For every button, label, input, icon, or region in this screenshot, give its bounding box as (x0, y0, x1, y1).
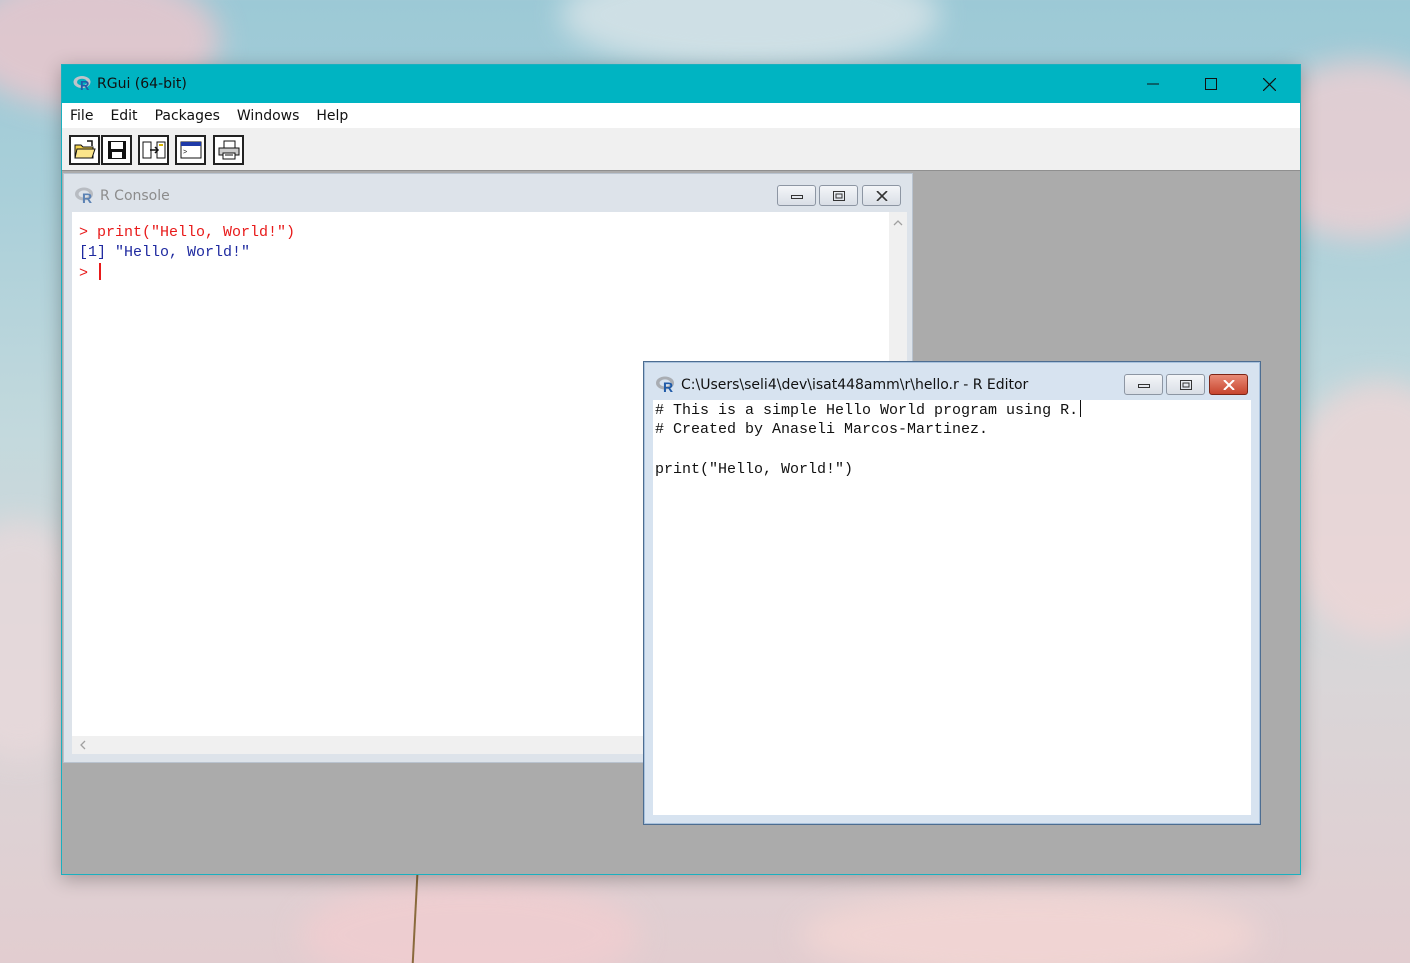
maximize-icon (1205, 78, 1217, 90)
background-cloud (800, 890, 1260, 963)
menu-windows[interactable]: Windows (237, 108, 300, 124)
console-close-button[interactable] (862, 185, 901, 206)
console-title: R Console (100, 188, 170, 204)
menu-file[interactable]: File (70, 108, 93, 124)
background-cloud (560, 0, 940, 70)
paste-commands-button[interactable] (138, 135, 169, 165)
svg-text:R: R (663, 379, 673, 393)
close-icon (1222, 379, 1235, 390)
paste-commands-icon (142, 141, 165, 159)
scroll-up-icon (893, 220, 903, 226)
minimize-icon (1147, 83, 1159, 85)
close-icon (1262, 77, 1276, 91)
svg-text:>: > (183, 149, 187, 157)
code-line: # This is a simple Hello World program u… (655, 400, 1082, 421)
r-logo-icon: R (73, 75, 93, 96)
restore-icon (1179, 379, 1192, 390)
console-line: > (79, 263, 102, 284)
window-title: RGui (64-bit) (97, 76, 187, 92)
input-text: print("Hello, World!") (97, 224, 296, 241)
r-editor-window: R C:\Users\seli4\dev\isat448amm\r\hello.… (643, 361, 1261, 825)
code-line: # Created by Anaseli Marcos-Martinez. (655, 421, 989, 438)
restore-icon (832, 190, 845, 201)
print-icon (218, 140, 239, 160)
open-script-icon (73, 140, 96, 159)
background-cloud (300, 880, 640, 963)
svg-text:R: R (82, 190, 92, 204)
minimize-button[interactable] (1124, 65, 1182, 103)
console-minimize-button[interactable] (777, 185, 816, 206)
close-icon (875, 190, 888, 201)
console-icon: > (180, 141, 201, 159)
close-button[interactable] (1240, 65, 1298, 103)
editor-title-bar[interactable]: R C:\Users\seli4\dev\isat448amm\r\hello.… (644, 362, 1260, 398)
r-logo-icon: R (655, 375, 677, 398)
editor-restore-button[interactable] (1166, 374, 1205, 395)
save-button[interactable] (101, 135, 132, 165)
console-line: [1] "Hello, World!" (79, 244, 251, 261)
console-button[interactable]: > (175, 135, 206, 165)
title-bar[interactable]: R RGui (64-bit) (62, 65, 1300, 103)
menu-bar: File Edit Packages Windows Help (62, 103, 1300, 128)
editor-minimize-button[interactable] (1124, 374, 1163, 395)
menu-help[interactable]: Help (316, 108, 348, 124)
r-logo-icon: R (74, 186, 96, 209)
menu-packages[interactable]: Packages (155, 108, 220, 124)
text-cursor (99, 263, 102, 280)
console-restore-button[interactable] (819, 185, 858, 206)
scroll-left-icon (80, 740, 86, 750)
svg-text:R: R (80, 78, 90, 91)
console-title-bar[interactable]: R R Console (64, 174, 912, 210)
prompt: > (79, 224, 89, 241)
code-line: print("Hello, World!") (655, 461, 854, 478)
prompt: > (79, 265, 89, 282)
text-cursor (1080, 400, 1082, 417)
minimize-icon (1137, 383, 1150, 388)
print-button[interactable] (213, 135, 244, 165)
save-icon (107, 141, 126, 159)
toolbar: > (62, 128, 1300, 171)
editor-close-button[interactable] (1209, 374, 1248, 395)
minimize-icon (790, 194, 803, 199)
console-line: > print("Hello, World!") (79, 223, 295, 243)
editor-title: C:\Users\seli4\dev\isat448amm\r\hello.r … (681, 377, 1029, 393)
open-script-button[interactable] (69, 135, 100, 165)
menu-edit[interactable]: Edit (110, 108, 137, 124)
editor-text-area[interactable]: # This is a simple Hello World program u… (653, 400, 1251, 815)
maximize-button[interactable] (1182, 65, 1240, 103)
